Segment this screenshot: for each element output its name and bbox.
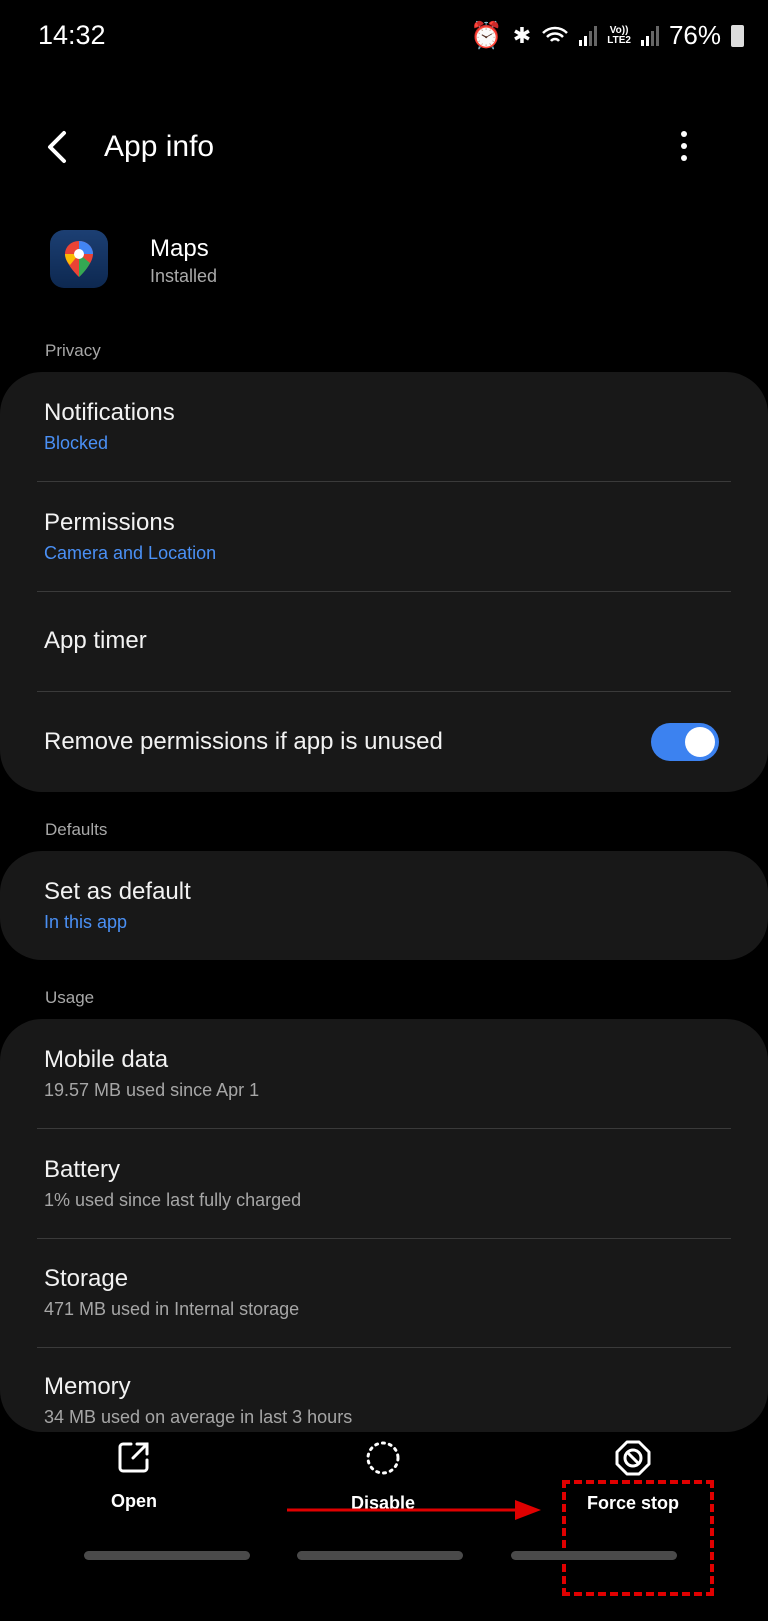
set-as-default-item[interactable]: Set as default In this app — [0, 851, 768, 960]
nav-handle[interactable] — [511, 1551, 677, 1560]
alarm-icon: ⏰ — [470, 20, 503, 50]
section-privacy: Privacy — [45, 341, 101, 360]
status-time: 14:32 — [38, 20, 106, 50]
notifications-item[interactable]: Notifications Blocked — [0, 372, 768, 481]
section-defaults: Defaults — [45, 820, 108, 839]
item-subtitle: 19.57 MB used since Apr 1 — [44, 1080, 260, 1100]
battery-item[interactable]: Battery 1% used since last fully charged — [0, 1128, 768, 1238]
memory-item[interactable]: Memory 34 MB used on average in last 3 ho… — [0, 1347, 768, 1432]
item-title: Remove permissions if app is unused — [44, 727, 443, 755]
item-subtitle: Blocked — [44, 433, 109, 453]
item-title: Permissions — [44, 508, 175, 536]
force-stop-icon — [615, 1440, 651, 1476]
item-subtitle: In this app — [44, 912, 128, 932]
battery-icon — [731, 24, 744, 47]
item-subtitle: 34 MB used on average in last 3 hours — [44, 1407, 353, 1427]
mobile-data-item[interactable]: Mobile data 19.57 MB used since Apr 1 — [0, 1019, 768, 1128]
wifi-icon — [542, 26, 569, 42]
item-title: App timer — [44, 627, 147, 654]
more-options-icon[interactable] — [675, 130, 693, 164]
volte-indicator: Vo)) LTE2 — [607, 24, 631, 46]
signal-icon — [579, 25, 598, 46]
item-title: Memory — [44, 1373, 131, 1400]
defaults-card: Set as default In this app — [0, 851, 768, 960]
nav-handle[interactable] — [84, 1551, 250, 1560]
open-external-icon — [118, 1442, 149, 1473]
item-subtitle: Camera and Location — [44, 542, 217, 563]
annotation-highlight-box — [562, 1480, 714, 1596]
privacy-card: Notifications Blocked Permissions Camera a… — [0, 372, 768, 792]
battery-percent: 76% — [668, 20, 721, 50]
annotation-arrow — [287, 1500, 541, 1520]
app-timer-item[interactable]: App timer — [0, 591, 768, 691]
item-title: Set as default — [44, 878, 191, 905]
item-subtitle: 471 MB used in Internal storage — [44, 1299, 300, 1319]
bluetooth-icon: ✱ — [512, 22, 532, 48]
section-usage: Usage — [45, 988, 95, 1007]
status-icons: ⏰ ✱ Vo)) LTE2 76% — [470, 20, 744, 51]
app-name: Maps — [150, 235, 209, 262]
storage-item[interactable]: Storage 471 MB used in Internal storage — [0, 1238, 768, 1347]
disable-icon — [366, 1441, 400, 1475]
signal-icon — [640, 25, 659, 46]
nav-handle[interactable] — [297, 1551, 463, 1560]
page-title: App info — [104, 130, 215, 163]
back-icon[interactable] — [44, 130, 72, 164]
app-status: Installed — [150, 266, 218, 286]
remove-permissions-toggle[interactable] — [651, 722, 719, 761]
open-button[interactable]: Open — [19, 1440, 249, 1512]
item-subtitle: 1% used since last fully charged — [44, 1189, 302, 1210]
maps-app-icon — [50, 230, 108, 288]
remove-permissions-item[interactable]: Remove permissions if app is unused — [0, 691, 768, 792]
item-title: Storage — [44, 1265, 129, 1292]
item-title: Mobile data — [44, 1046, 169, 1073]
permissions-item[interactable]: Permissions Camera and Location — [0, 481, 768, 591]
item-title: Battery — [44, 1155, 121, 1183]
item-title: Notifications — [44, 399, 175, 426]
open-label: Open — [110, 1491, 157, 1511]
usage-card: Mobile data 19.57 MB used since Apr 1 Bat… — [0, 1019, 768, 1432]
